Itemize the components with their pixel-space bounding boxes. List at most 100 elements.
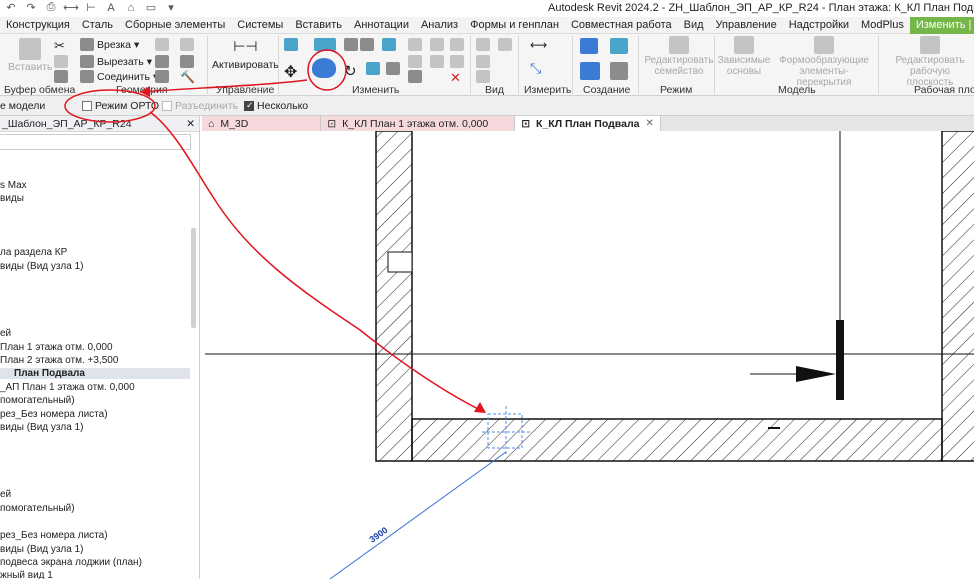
- cope-button[interactable]: Врезка ▾: [80, 38, 139, 51]
- browser-item[interactable]: План 2 этажа отм. +3,500: [0, 355, 118, 366]
- view-tool-1[interactable]: [476, 38, 490, 51]
- create-part-button[interactable]: [580, 38, 598, 54]
- undo-icon[interactable]: ↶: [4, 1, 18, 14]
- tab-analyze[interactable]: Анализ: [415, 17, 464, 34]
- switch-windows-icon[interactable]: ▭: [144, 1, 158, 14]
- match-properties-button[interactable]: [54, 70, 68, 83]
- modify-extra-1[interactable]: [450, 38, 464, 51]
- array-tool-button[interactable]: [430, 55, 444, 68]
- wall-opening[interactable]: [387, 251, 413, 273]
- copy-button[interactable]: [54, 55, 68, 68]
- edit-family-button[interactable]: Редактировать семейство: [644, 36, 714, 77]
- browser-item[interactable]: ей: [0, 489, 11, 500]
- print-icon[interactable]: ⎙: [44, 1, 58, 14]
- move-button[interactable]: ✥: [284, 62, 297, 82]
- view-tool-4[interactable]: [498, 38, 512, 51]
- tab-steel[interactable]: Сталь: [76, 17, 119, 34]
- browser-item[interactable]: помогательный): [0, 503, 75, 514]
- create-group-button[interactable]: [610, 38, 628, 54]
- disjoin-checkbox-box[interactable]: [162, 101, 172, 111]
- activate-button[interactable]: ⊢⊣ Активировать: [212, 38, 279, 71]
- browser-item[interactable]: виды: [0, 193, 24, 204]
- view-tool-2[interactable]: [476, 55, 490, 68]
- pin-button[interactable]: [408, 70, 422, 83]
- browser-item[interactable]: виды (Вид узла 1): [0, 422, 83, 433]
- view-tab-plan-1[interactable]: ⊡ К_КЛ План 1 этажа отм. 0,000: [321, 116, 516, 131]
- tab-systems[interactable]: Системы: [231, 17, 289, 34]
- multiple-checkbox[interactable]: Несколько: [244, 100, 308, 112]
- view-tab-3d[interactable]: ⌂ М_3D: [202, 116, 322, 131]
- browser-scrollbar[interactable]: [191, 228, 196, 328]
- mass-floors-button[interactable]: Формообразующие элементы-перекрытия: [772, 36, 876, 88]
- view-tool-3[interactable]: [476, 70, 490, 83]
- browser-item[interactable]: жный вид 1: [0, 570, 53, 579]
- dependent-hosts-button[interactable]: Зависимые основы: [716, 36, 772, 77]
- join-button[interactable]: Соединить ▾: [80, 70, 158, 83]
- measure-distance-button[interactable]: ⟷: [530, 38, 547, 52]
- dimension-value[interactable]: 3900: [367, 525, 389, 545]
- redo-icon[interactable]: ↷: [24, 1, 38, 14]
- copy-element-button[interactable]: [312, 58, 336, 78]
- mirror-axis-button[interactable]: [344, 38, 358, 51]
- trim-button[interactable]: [366, 62, 380, 75]
- browser-item[interactable]: План 1 этажа отм. 0,000: [0, 342, 113, 353]
- multiple-checkbox-box[interactable]: [244, 100, 254, 111]
- browser-item[interactable]: s Max: [0, 180, 27, 191]
- tab-view[interactable]: Вид: [678, 17, 710, 34]
- unpin-button[interactable]: [430, 38, 444, 51]
- browser-item[interactable]: виды (Вид узла 1): [0, 261, 83, 272]
- align-button[interactable]: [284, 38, 298, 51]
- browser-item[interactable]: подвеса экрана лоджии (план): [0, 557, 142, 568]
- right-wall[interactable]: [941, 130, 974, 462]
- temporary-dimension-line[interactable]: [329, 451, 507, 579]
- tab-manage[interactable]: Управление: [710, 17, 783, 34]
- paste-button[interactable]: Вставить: [8, 38, 53, 73]
- dropdown-icon[interactable]: ▾: [164, 1, 178, 14]
- browser-item[interactable]: ей: [0, 328, 11, 339]
- ortho-mode-checkbox[interactable]: Режим ОРТО: [82, 100, 159, 112]
- close-icon[interactable]: ✕: [186, 116, 199, 131]
- demolish-button[interactable]: 🔨: [180, 70, 195, 84]
- browser-item[interactable]: помогательный): [0, 395, 75, 406]
- view-tab-basement-plan[interactable]: ⊡ К_КЛ План Подвала ✕: [515, 116, 661, 131]
- browser-item[interactable]: рез_Без номера листа): [0, 530, 108, 541]
- scale-button[interactable]: [408, 55, 422, 68]
- ortho-checkbox-box[interactable]: [82, 101, 92, 111]
- cut-scissors-button[interactable]: ✂: [54, 38, 65, 54]
- tab-annotate[interactable]: Аннотации: [348, 17, 415, 34]
- measure-along-button[interactable]: ⤡: [530, 60, 541, 77]
- left-wall[interactable]: [375, 130, 413, 462]
- cut-button[interactable]: Вырезать ▾: [80, 55, 152, 68]
- geometry-tool-2[interactable]: [155, 55, 169, 68]
- browser-item[interactable]: ла раздела КР: [0, 247, 67, 258]
- bottom-wall[interactable]: [411, 418, 943, 462]
- split-button[interactable]: [382, 38, 396, 51]
- browser-search-input[interactable]: [0, 134, 191, 150]
- section-marker[interactable]: [836, 320, 844, 400]
- home-icon[interactable]: ⌂: [124, 1, 138, 14]
- array-button[interactable]: [408, 38, 422, 51]
- close-icon[interactable]: ✕: [645, 118, 653, 129]
- drawing-canvas[interactable]: 3900: [202, 130, 974, 579]
- delete-button[interactable]: ✕: [450, 70, 461, 86]
- browser-item[interactable]: виды (Вид узла 1): [0, 544, 83, 555]
- offset-button[interactable]: [314, 38, 336, 51]
- trim-multi-button[interactable]: [386, 62, 400, 75]
- tab-collaborate[interactable]: Совместная работа: [565, 17, 678, 34]
- dimension-icon[interactable]: ⊢: [84, 1, 98, 14]
- tab-modplus[interactable]: ModPlus: [855, 17, 910, 34]
- create-assembly-button[interactable]: [580, 62, 600, 80]
- tab-insert[interactable]: Вставить: [289, 17, 348, 34]
- geometry-tool-4[interactable]: [180, 38, 194, 51]
- disjoin-checkbox[interactable]: Разъединить: [162, 100, 238, 112]
- geometry-tool-3[interactable]: [155, 70, 169, 83]
- tab-precast[interactable]: Сборные элементы: [119, 17, 231, 34]
- measure-icon[interactable]: ⟷: [63, 1, 79, 14]
- tab-massing[interactable]: Формы и генплан: [464, 17, 565, 34]
- tab-addins[interactable]: Надстройки: [783, 17, 855, 34]
- browser-item[interactable]: рез_Без номера листа): [0, 409, 108, 420]
- rotate-button[interactable]: ↻: [344, 62, 357, 80]
- geometry-tool-1[interactable]: [155, 38, 169, 51]
- tab-construction[interactable]: Конструкция: [0, 17, 76, 34]
- mirror-draw-button[interactable]: [360, 38, 374, 51]
